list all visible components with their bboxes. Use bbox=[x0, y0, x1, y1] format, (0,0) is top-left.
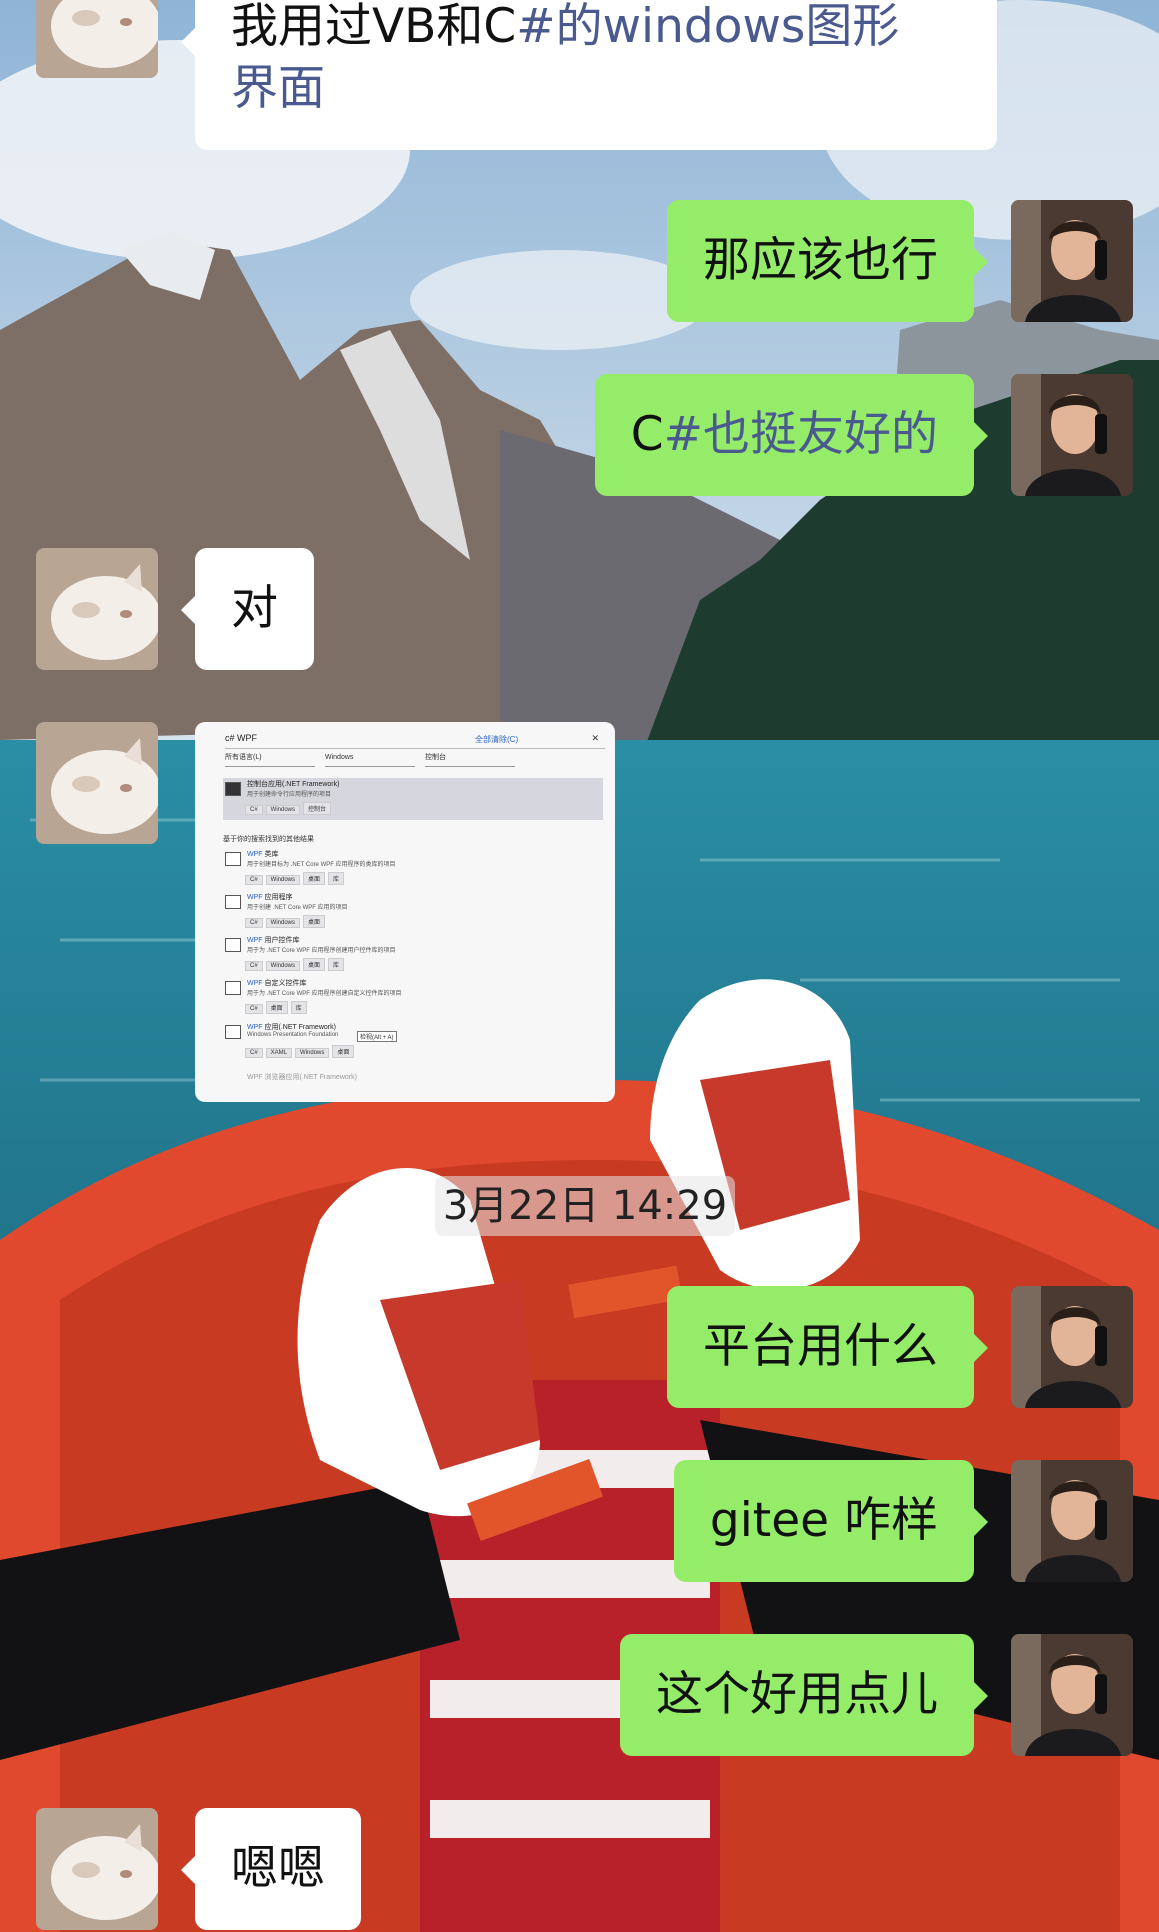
message-text: 对 bbox=[231, 581, 278, 636]
image-item-desc: 用于创建命令行应用程序的项目 bbox=[247, 792, 332, 798]
image-filter: 控制台 bbox=[425, 750, 515, 767]
message-bubble-outgoing[interactable]: gitee 咋样 bbox=[673, 1460, 989, 1582]
cat-avatar-icon bbox=[36, 0, 158, 78]
image-tooltip: 检视(Alt + A) bbox=[357, 1031, 397, 1042]
self-avatar[interactable] bbox=[1011, 1286, 1133, 1408]
cat-avatar-icon bbox=[36, 1808, 158, 1930]
message-text: 我用过VB和C bbox=[231, 0, 517, 54]
message-bubble-outgoing[interactable]: 这个好用点儿 bbox=[620, 1634, 988, 1756]
console-icon bbox=[225, 782, 241, 796]
image-template-item: WPF 自定义控件库 用于为 .NET Core WPF 应用程序创建自定义控件… bbox=[223, 977, 603, 1017]
self-avatar[interactable] bbox=[1011, 1460, 1133, 1582]
message-bubble-outgoing[interactable]: 平台用什么 bbox=[667, 1286, 988, 1408]
message-text-line2: 界面 bbox=[231, 61, 325, 116]
image-template-item: WPF 类库 用于创建目标为 .NET Core WPF 应用程序的类库的项目 … bbox=[223, 848, 603, 888]
message-bubble-outgoing[interactable]: C#也挺友好的 bbox=[594, 374, 989, 496]
image-filter: Windows bbox=[325, 750, 415, 767]
message-text-highlight: #也挺友好的 bbox=[663, 407, 938, 462]
image-tag: C# bbox=[245, 805, 263, 815]
message-text-highlight: #的windows图形 bbox=[516, 0, 900, 54]
man-on-phone-avatar-icon bbox=[1011, 1286, 1133, 1408]
man-on-phone-avatar-icon bbox=[1011, 1460, 1133, 1582]
wpf-project-icon bbox=[225, 938, 241, 952]
wpf-project-icon bbox=[225, 981, 241, 995]
shared-image-message[interactable]: c# WPF ✕ 全部清除(C) 所有语言(L) Windows 控制台 控制台… bbox=[195, 722, 615, 1102]
image-faded-item: WPF 浏览器应用(.NET Framework) bbox=[247, 1074, 357, 1081]
image-filters: 所有语言(L) Windows 控制台 bbox=[225, 750, 605, 768]
contact-avatar[interactable] bbox=[36, 722, 158, 844]
image-tag: Windows bbox=[265, 805, 301, 815]
image-template-item: WPF 应用(.NET Framework) Windows Presentat… bbox=[223, 1021, 603, 1065]
message-bubble-incoming[interactable]: 对 bbox=[181, 548, 314, 670]
image-tag: 控制台 bbox=[303, 802, 332, 815]
image-template-item: WPF 用户控件库 用于为 .NET Core WPF 应用程序创建用户控件库的… bbox=[223, 934, 603, 974]
message-bubble-outgoing[interactable]: 那应该也行 bbox=[667, 200, 988, 322]
image-selected-template: 控制台应用(.NET Framework) 用于创建命令行应用程序的项目 C# W… bbox=[223, 778, 603, 820]
man-on-phone-avatar-icon bbox=[1011, 200, 1133, 322]
image-search-box: c# WPF ✕ bbox=[225, 728, 605, 749]
wpf-project-icon bbox=[225, 1025, 241, 1039]
message-text: 这个好用点儿 bbox=[656, 1667, 938, 1722]
message-text: 那应该也行 bbox=[703, 233, 938, 288]
wpf-project-icon bbox=[225, 852, 241, 866]
image-search-value: c# WPF bbox=[225, 733, 258, 743]
clear-icon: ✕ bbox=[591, 733, 599, 743]
wpf-project-icon bbox=[225, 895, 241, 909]
image-section-header: 基于你的搜索找到的其他结果 bbox=[223, 836, 314, 843]
self-avatar[interactable] bbox=[1011, 374, 1133, 496]
contact-avatar[interactable] bbox=[36, 1808, 158, 1930]
man-on-phone-avatar-icon bbox=[1011, 374, 1133, 496]
message-text: gitee 咋样 bbox=[709, 1493, 938, 1548]
message-bubble-incoming[interactable]: 嗯嗯 bbox=[181, 1808, 361, 1930]
image-filter: 所有语言(L) bbox=[225, 750, 315, 767]
message-text: C bbox=[630, 407, 664, 462]
self-avatar[interactable] bbox=[1011, 1634, 1133, 1756]
self-avatar[interactable] bbox=[1011, 200, 1133, 322]
contact-avatar[interactable] bbox=[36, 548, 158, 670]
chat-timestamp: 3月22日 14:29 bbox=[435, 1176, 735, 1236]
contact-avatar[interactable] bbox=[36, 0, 158, 78]
image-item-title: 控制台应用(.NET Framework) bbox=[247, 781, 340, 788]
message-bubble-incoming[interactable]: 我用过VB和C#的windows图形 界面 bbox=[181, 0, 997, 150]
image-template-item: WPF 应用程序 用于创建 .NET Core WPF 应用的项目 C# Wind… bbox=[223, 891, 603, 931]
cat-avatar-icon bbox=[36, 722, 158, 844]
message-text: 平台用什么 bbox=[703, 1319, 938, 1374]
image-clear-all-link: 全部清除(C) bbox=[475, 735, 519, 744]
message-text: 嗯嗯 bbox=[231, 1841, 325, 1896]
cat-avatar-icon bbox=[36, 548, 158, 670]
man-on-phone-avatar-icon bbox=[1011, 1634, 1133, 1756]
